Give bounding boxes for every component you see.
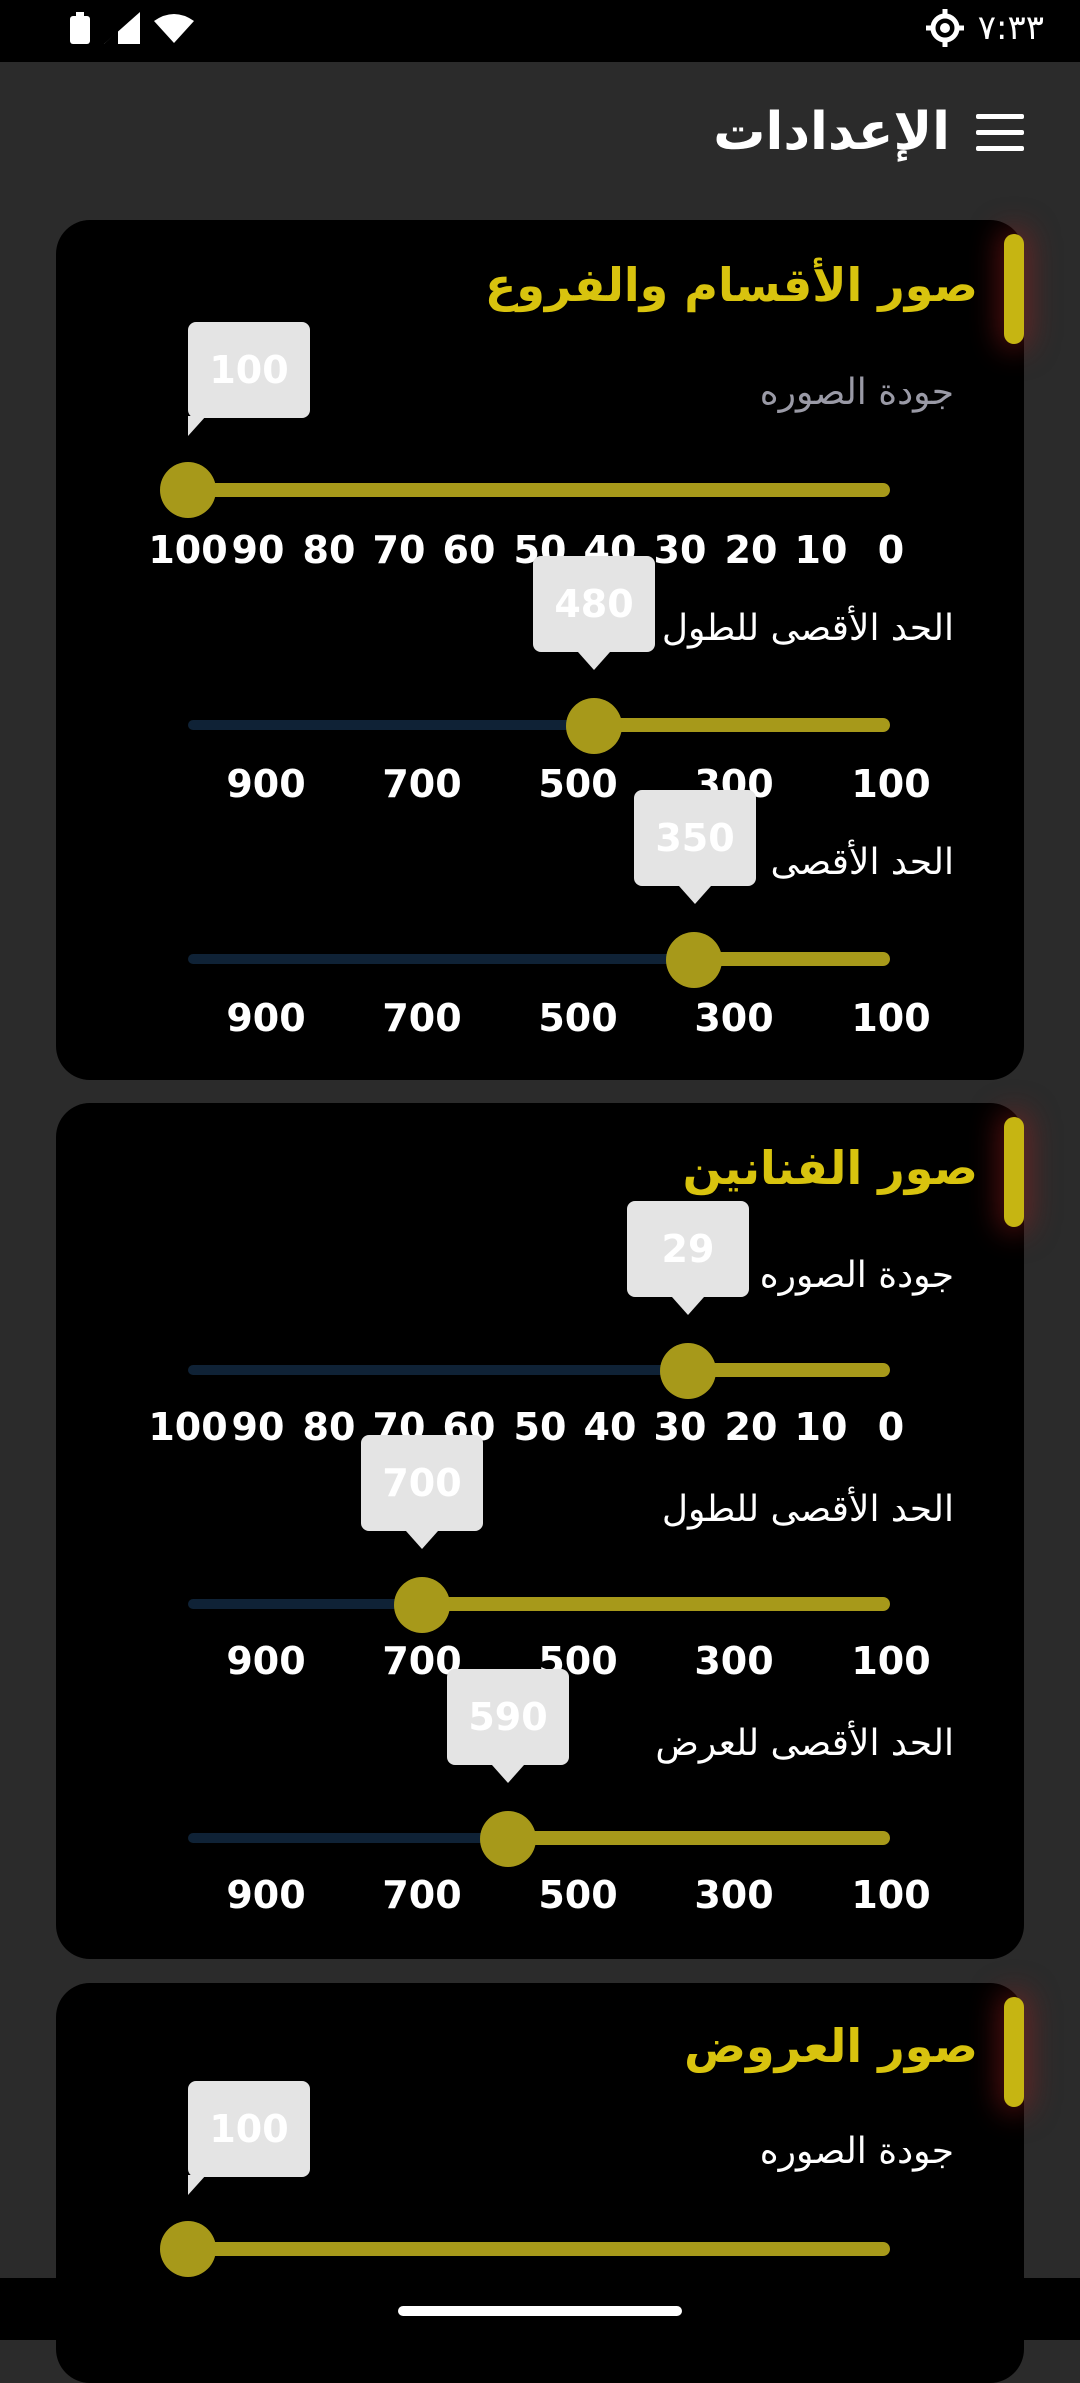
- tick-label: 90: [231, 1405, 285, 1449]
- settings-gear-icon: [925, 9, 964, 47]
- tick-label: 300: [694, 996, 774, 1040]
- slider-active-track: [688, 1363, 890, 1377]
- section-title: صور العروض: [684, 2019, 978, 2073]
- slider-value-tooltip: 100: [188, 322, 310, 436]
- slider-value-tooltip: 700: [361, 1435, 483, 1549]
- section-card-categories: صور الأقسام والفروع جودة الصوره 100 100 …: [56, 220, 1024, 1080]
- tick-label: 80: [302, 1405, 356, 1449]
- tick-label: 30: [653, 1405, 707, 1449]
- tick-label: 10: [794, 1405, 848, 1449]
- slider-active-track: [508, 1831, 890, 1845]
- tick-label: 100: [851, 762, 931, 806]
- slider-value-tooltip: 29: [627, 1201, 749, 1315]
- slider-active-track: [188, 2242, 890, 2256]
- slider-label-max-height: الحد الأقصى للطول: [661, 1489, 954, 1530]
- section-card-artists: صور الفنانين جودة الصوره 29 100 90 80 70…: [56, 1103, 1024, 1959]
- tick-label: 900: [226, 1639, 306, 1683]
- quality-slider-thumb[interactable]: [160, 462, 216, 518]
- slider-value-tooltip: 590: [447, 1669, 569, 1783]
- section-title: صور الأقسام والفروع: [484, 258, 978, 312]
- max-height-slider-thumb[interactable]: [566, 698, 622, 754]
- home-gesture-handle[interactable]: [398, 2306, 682, 2316]
- system-nav-bar: [0, 2278, 1080, 2340]
- max-width-slider-thumb[interactable]: [480, 1811, 536, 1867]
- battery-icon: [70, 12, 90, 44]
- section-title: صور الفنانين: [682, 1141, 978, 1195]
- slider-active-track: [422, 1597, 890, 1611]
- tick-label: 700: [382, 762, 462, 806]
- slider-label-max-width: الحد الأقصى: [770, 842, 954, 883]
- slider-inactive-track: [188, 1833, 508, 1843]
- tick-label: 700: [382, 1873, 462, 1917]
- slider-active-track: [694, 952, 890, 966]
- tick-label: 500: [538, 1873, 618, 1917]
- tick-label: 20: [724, 1405, 778, 1449]
- wifi-icon: [154, 14, 194, 43]
- slider-value-tooltip: 480: [533, 556, 655, 670]
- tick-label: 900: [226, 996, 306, 1040]
- tick-label: 30: [653, 528, 707, 572]
- quality-slider-thumb[interactable]: [660, 1343, 716, 1399]
- tick-label: 100: [851, 996, 931, 1040]
- card-accent-bar: [1004, 234, 1024, 344]
- slider-label-quality: جودة الصوره: [759, 2131, 954, 2172]
- slider-active-track: [594, 718, 890, 732]
- tick-label: 900: [226, 762, 306, 806]
- slider-value-tooltip: 350: [634, 790, 756, 904]
- slider-value-tooltip: 100: [188, 2081, 310, 2195]
- tick-label: 20: [724, 528, 778, 572]
- slider-label-max-width: الحد الأقصى للعرض: [655, 1723, 954, 1764]
- tick-label: 0: [877, 528, 905, 572]
- tick-label: 300: [694, 1639, 774, 1683]
- tick-label: 90: [231, 528, 285, 572]
- signal-icon: [104, 12, 140, 44]
- tick-label: 80: [302, 528, 356, 572]
- tick-label: 100: [148, 528, 228, 572]
- status-bar: ٧:٣٣: [0, 0, 1080, 62]
- card-accent-bar: [1004, 1117, 1024, 1227]
- slider-inactive-track: [188, 1599, 422, 1609]
- slider-active-track: [188, 483, 890, 497]
- tick-label: 100: [148, 1405, 228, 1449]
- quality-slider-thumb[interactable]: [160, 2221, 216, 2277]
- tick-label: 700: [382, 996, 462, 1040]
- tick-label: 500: [538, 996, 618, 1040]
- status-icons-left: [70, 12, 194, 44]
- tick-label: 0: [877, 1405, 905, 1449]
- slider-inactive-track: [188, 720, 594, 730]
- tick-label: 60: [442, 528, 496, 572]
- app-bar: الإعدادات: [0, 62, 1080, 202]
- max-height-slider-thumb[interactable]: [394, 1577, 450, 1633]
- slider-inactive-track: [188, 954, 694, 964]
- page-title: الإعدادات: [713, 102, 950, 162]
- hamburger-menu-icon[interactable]: [976, 114, 1028, 154]
- slider-label-quality: جودة الصوره: [759, 1255, 954, 1296]
- tick-label: 40: [583, 1405, 637, 1449]
- max-width-slider-thumb[interactable]: [666, 932, 722, 988]
- tick-label: 100: [851, 1639, 931, 1683]
- slider-inactive-track: [188, 1365, 688, 1375]
- card-accent-bar: [1004, 1997, 1024, 2107]
- tick-label: 70: [372, 528, 426, 572]
- tick-label: 300: [694, 1873, 774, 1917]
- tick-label: 100: [851, 1873, 931, 1917]
- slider-label-quality: جودة الصوره: [759, 372, 954, 413]
- slider-label-max-height: الحد الأقصى للطول: [661, 608, 954, 649]
- tick-label: 50: [513, 1405, 567, 1449]
- tick-label: 900: [226, 1873, 306, 1917]
- status-time: ٧:٣٣: [977, 8, 1044, 48]
- tick-label: 500: [538, 762, 618, 806]
- tick-label: 10: [794, 528, 848, 572]
- status-icons-right: ٧:٣٣: [925, 8, 1044, 48]
